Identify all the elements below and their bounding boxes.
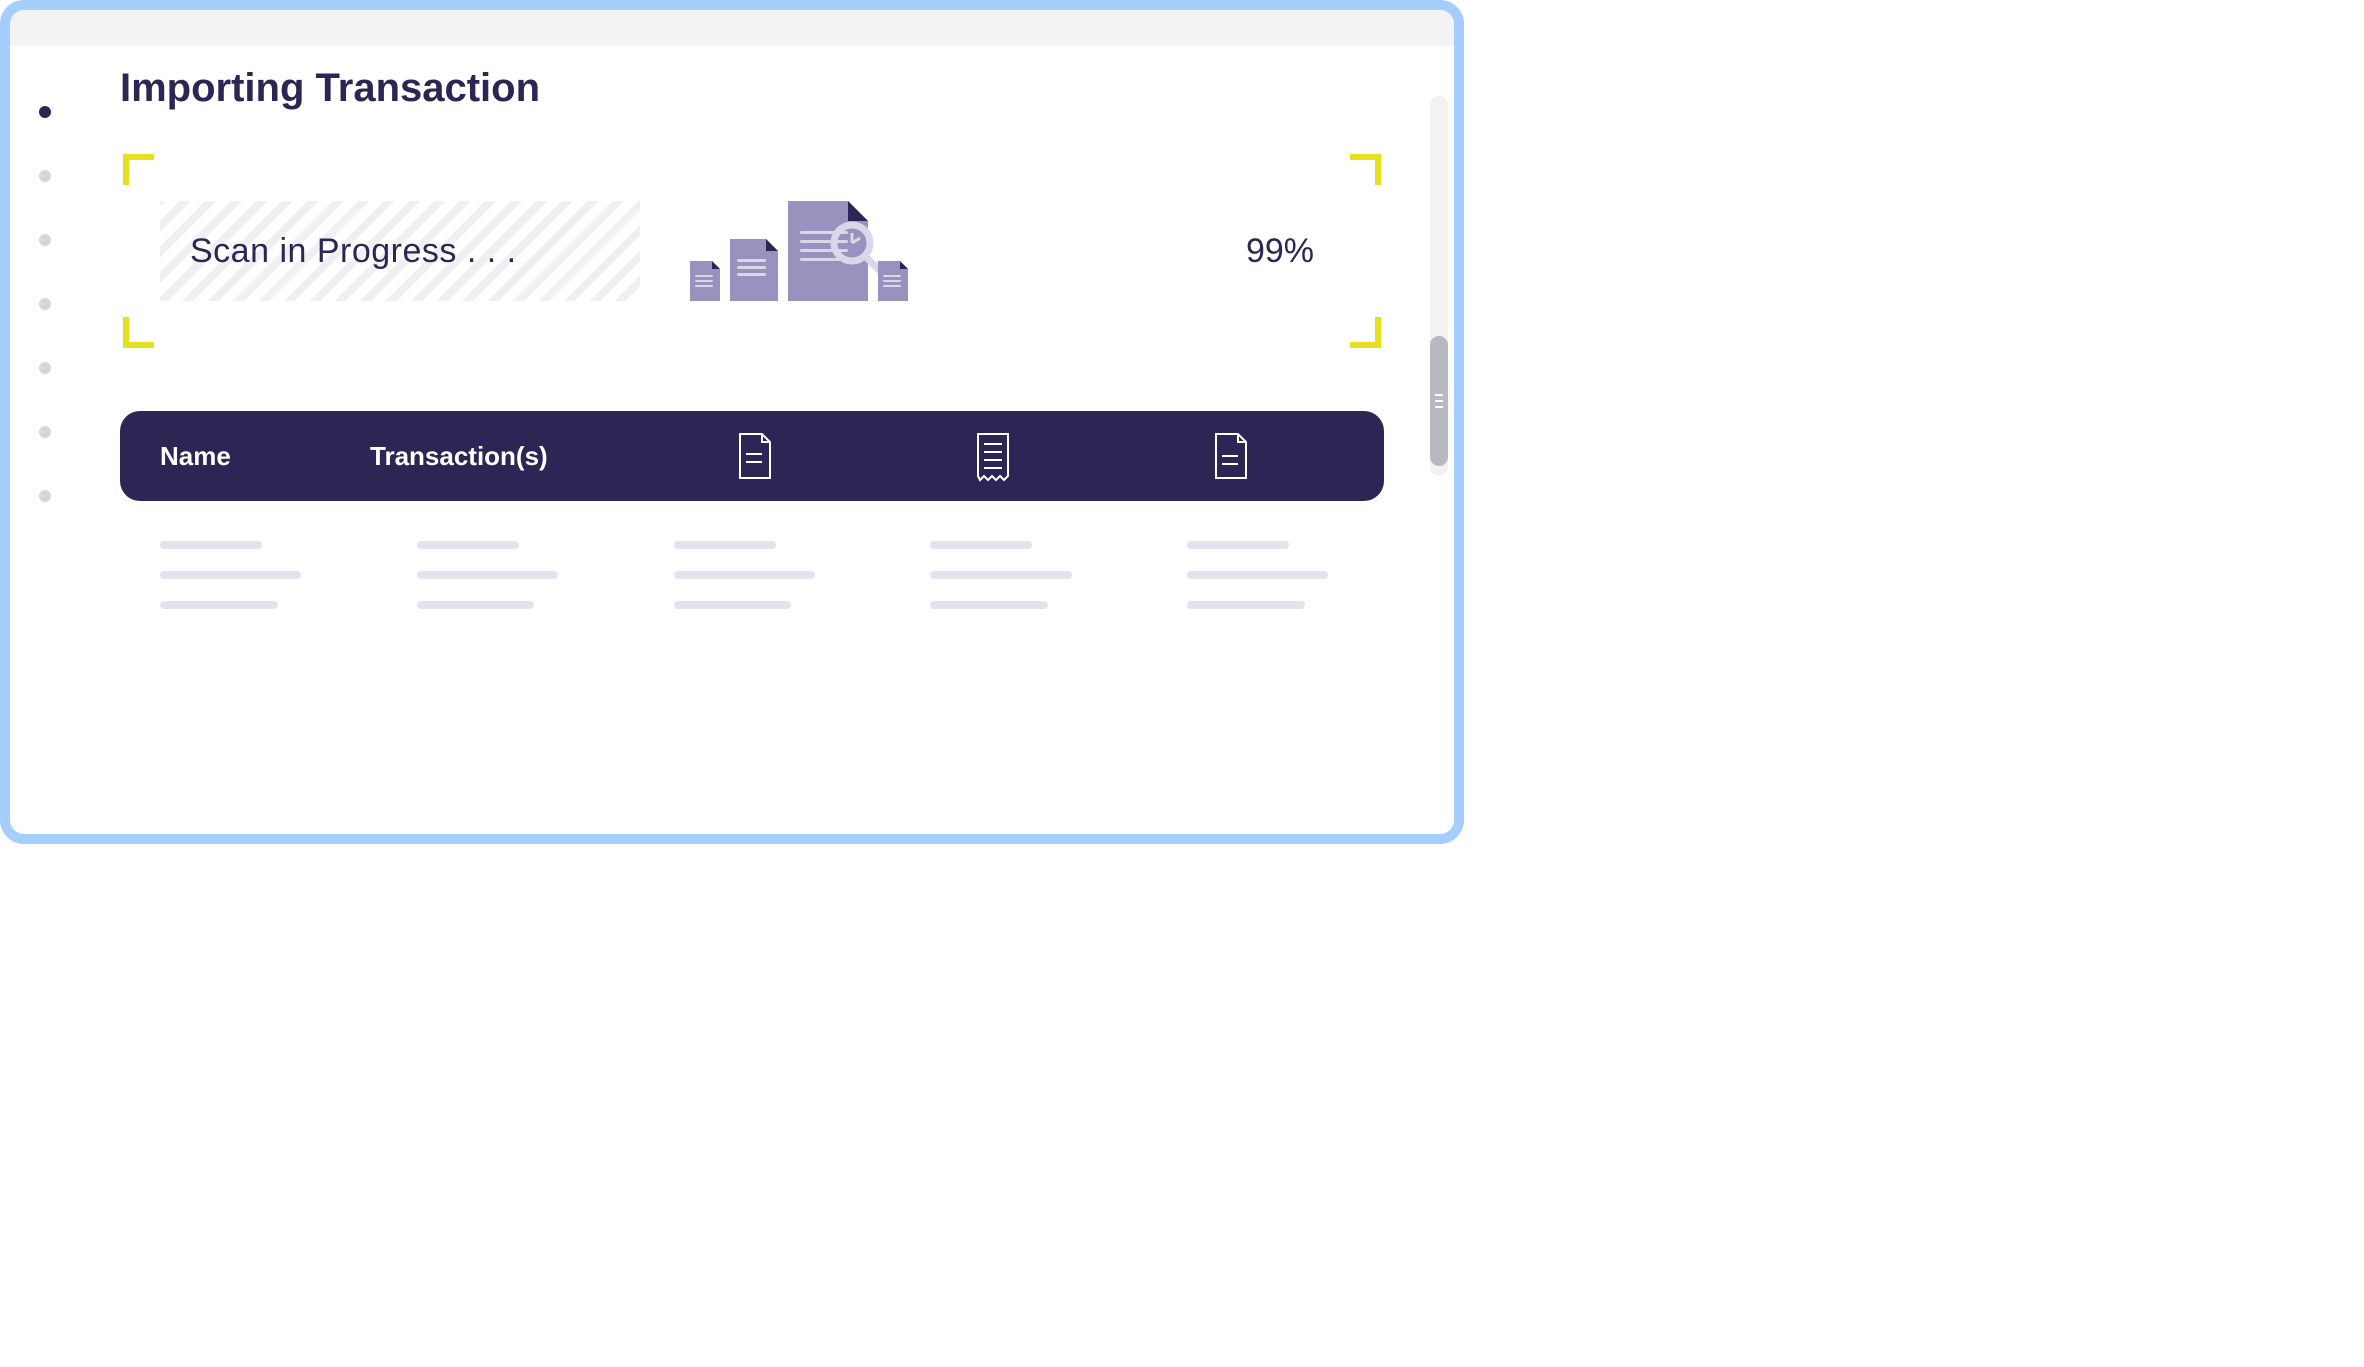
scan-status-text: Scan in Progress . . . <box>190 232 517 271</box>
sidebar-step-7[interactable] <box>39 490 51 502</box>
sidebar-step-6[interactable] <box>39 426 51 438</box>
placeholder-line <box>930 601 1048 609</box>
scan-status-box: Scan in Progress . . . <box>160 201 640 301</box>
sidebar-step-5[interactable] <box>39 362 51 374</box>
placeholder-line <box>417 541 519 549</box>
receipt-outline-icon <box>878 430 1106 482</box>
document-outline-icon <box>1116 430 1344 482</box>
placeholder-line <box>1187 541 1289 549</box>
table-header-name: Name <box>160 441 360 472</box>
placeholder-line <box>674 571 815 579</box>
table-loading-rows <box>120 501 1384 609</box>
scrollbar-track[interactable] <box>1430 96 1448 476</box>
placeholder-line <box>417 571 558 579</box>
sidebar-nav <box>10 46 80 834</box>
main-area: Importing Transaction Scan in Progress . <box>10 46 1454 834</box>
sidebar-step-1[interactable] <box>39 106 51 118</box>
documents-illustration <box>690 201 908 301</box>
placeholder-line <box>160 601 278 609</box>
placeholder-line <box>160 571 301 579</box>
placeholder-col <box>674 541 831 609</box>
table-header: Name Transaction(s) <box>120 411 1384 501</box>
placeholder-line <box>930 541 1032 549</box>
scan-percent: 99% <box>1246 232 1314 271</box>
sidebar-step-4[interactable] <box>39 298 51 310</box>
placeholder-line <box>1187 601 1305 609</box>
document-outline-icon <box>640 430 868 482</box>
page-title: Importing Transaction <box>120 66 1384 111</box>
placeholder-line <box>674 601 792 609</box>
placeholder-col <box>417 541 574 609</box>
table-header-transactions: Transaction(s) <box>370 441 630 472</box>
window-topbar <box>10 10 1454 46</box>
placeholder-line <box>930 571 1071 579</box>
corner-bracket-icon <box>1344 311 1384 351</box>
scan-row: Scan in Progress . . . <box>120 151 1384 351</box>
placeholder-col <box>1187 541 1344 609</box>
document-scan-icon <box>788 201 868 301</box>
placeholder-line <box>417 601 535 609</box>
scan-panel: Scan in Progress . . . <box>120 151 1384 351</box>
scrollbar-thumb[interactable] <box>1430 336 1448 466</box>
placeholder-line <box>1187 571 1328 579</box>
placeholder-line <box>674 541 776 549</box>
document-icon <box>730 239 778 301</box>
corner-bracket-icon <box>120 151 160 191</box>
content-area: Importing Transaction Scan in Progress . <box>80 46 1454 834</box>
sidebar-step-3[interactable] <box>39 234 51 246</box>
document-icon <box>878 261 908 301</box>
app-frame: Importing Transaction Scan in Progress . <box>0 0 1464 844</box>
corner-bracket-icon <box>1344 151 1384 191</box>
document-icon <box>690 261 720 301</box>
placeholder-col <box>930 541 1087 609</box>
placeholder-col <box>160 541 317 609</box>
corner-bracket-icon <box>120 311 160 351</box>
placeholder-line <box>160 541 262 549</box>
sidebar-step-2[interactable] <box>39 170 51 182</box>
